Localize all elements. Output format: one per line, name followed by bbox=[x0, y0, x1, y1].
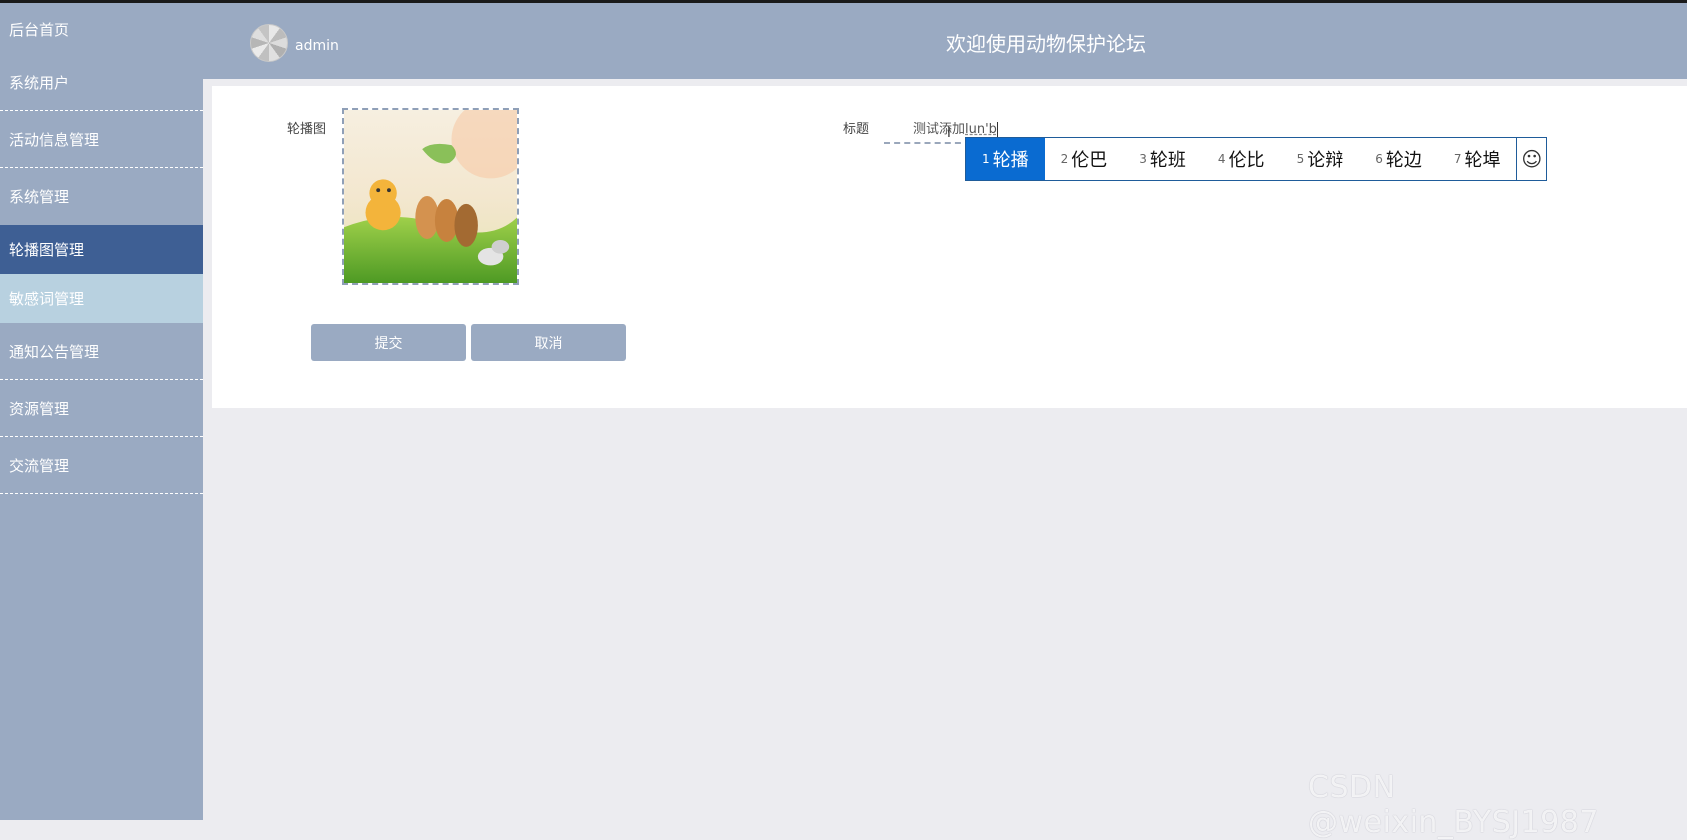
ime-candidate[interactable]: 4 伦比 bbox=[1202, 138, 1281, 180]
ime-candidate-text: 轮班 bbox=[1149, 150, 1186, 171]
sidebar-item-label: 系统用户 bbox=[9, 74, 70, 92]
watermark: CSDN @weixin_BYSJ1987 bbox=[1308, 770, 1599, 840]
ime-candidate[interactable]: 1 轮播 bbox=[966, 138, 1045, 180]
sidebar-item-system-users[interactable]: 系统用户 bbox=[0, 55, 203, 111]
ibeam-cursor-icon: I bbox=[947, 126, 951, 141]
sidebar-item-communication[interactable]: 交流管理 bbox=[0, 437, 203, 494]
ime-candidate-text: 轮埠 bbox=[1464, 150, 1501, 171]
ime-candidate-window: 1 轮播 2 伦巴 3 轮班 4 伦比 5 论辩 6 轮边 7 轮埠 ☺ bbox=[965, 137, 1547, 181]
sidebar-item-system-management[interactable]: 系统管理 bbox=[0, 168, 203, 225]
ime-candidate-text: 轮播 bbox=[992, 150, 1029, 171]
ime-candidate-number: 5 bbox=[1296, 152, 1305, 166]
ime-candidate-number: 7 bbox=[1453, 152, 1462, 166]
sidebar-item-label: 后台首页 bbox=[9, 20, 70, 39]
title-committed-text: 测试添加 bbox=[913, 122, 966, 137]
username[interactable]: admin bbox=[295, 38, 339, 54]
title-label: 标题 bbox=[843, 122, 870, 137]
title-composition-text: lun'b bbox=[965, 122, 997, 137]
title-input-value: 测试添加lun'b bbox=[913, 118, 998, 137]
avatar[interactable] bbox=[250, 24, 288, 62]
ime-candidate-number: 3 bbox=[1139, 152, 1147, 166]
ime-candidate-number: 1 bbox=[982, 152, 990, 166]
ime-candidate-text: 伦比 bbox=[1228, 150, 1265, 171]
sidebar-item-label: 通知公告管理 bbox=[9, 342, 100, 361]
submit-button[interactable]: 提交 bbox=[311, 324, 466, 361]
emoji-icon[interactable]: ☺ bbox=[1516, 138, 1546, 180]
ime-candidate-number: 6 bbox=[1375, 152, 1383, 166]
sidebar-item-label: 轮播图管理 bbox=[9, 241, 85, 259]
sidebar-item-label: 交流管理 bbox=[9, 456, 70, 475]
sidebar-item-label: 系统管理 bbox=[9, 188, 70, 206]
sidebar-item-label: 敏感词管理 bbox=[9, 290, 85, 308]
ime-candidate[interactable]: 7 轮埠 bbox=[1438, 138, 1517, 180]
ime-candidate[interactable]: 2 伦巴 bbox=[1045, 138, 1124, 180]
page-title: 欢迎使用动物保护论坛 bbox=[946, 32, 1146, 56]
sidebar-item-label: 资源管理 bbox=[9, 399, 70, 418]
sidebar-item-carousel[interactable]: 轮播图管理 bbox=[0, 225, 203, 274]
ime-candidate[interactable]: 5 论辩 bbox=[1281, 138, 1360, 180]
sidebar-item-resources[interactable]: 资源管理 bbox=[0, 380, 203, 437]
image-label: 轮播图 bbox=[287, 122, 327, 137]
ime-candidate[interactable]: 3 轮班 bbox=[1123, 138, 1202, 180]
ime-candidate-number: 4 bbox=[1217, 152, 1226, 166]
ime-candidate-text: 论辩 bbox=[1307, 150, 1344, 171]
carousel-image-preview bbox=[344, 110, 517, 283]
ime-candidate-text: 伦巴 bbox=[1071, 150, 1108, 171]
sidebar-item-dashboard[interactable]: 后台首页 bbox=[0, 3, 203, 55]
cancel-button[interactable]: 取消 bbox=[471, 324, 626, 361]
carousel-image-upload[interactable] bbox=[342, 108, 519, 285]
sidebar: 后台首页 系统用户 活动信息管理 系统管理 轮播图管理 敏感词管理 通知公告管理… bbox=[0, 3, 203, 820]
header: admin 欢迎使用动物保护论坛 bbox=[203, 3, 1687, 79]
sidebar-item-sensitive-words[interactable]: 敏感词管理 bbox=[0, 274, 203, 323]
sidebar-item-activity-info[interactable]: 活动信息管理 bbox=[0, 111, 203, 168]
sidebar-item-label: 活动信息管理 bbox=[9, 130, 100, 149]
text-caret bbox=[996, 122, 998, 137]
ime-candidate-text: 轮边 bbox=[1385, 150, 1422, 171]
ime-candidate[interactable]: 6 轮边 bbox=[1359, 138, 1438, 180]
ime-candidate-number: 2 bbox=[1060, 152, 1069, 166]
sidebar-item-notices[interactable]: 通知公告管理 bbox=[0, 323, 203, 380]
